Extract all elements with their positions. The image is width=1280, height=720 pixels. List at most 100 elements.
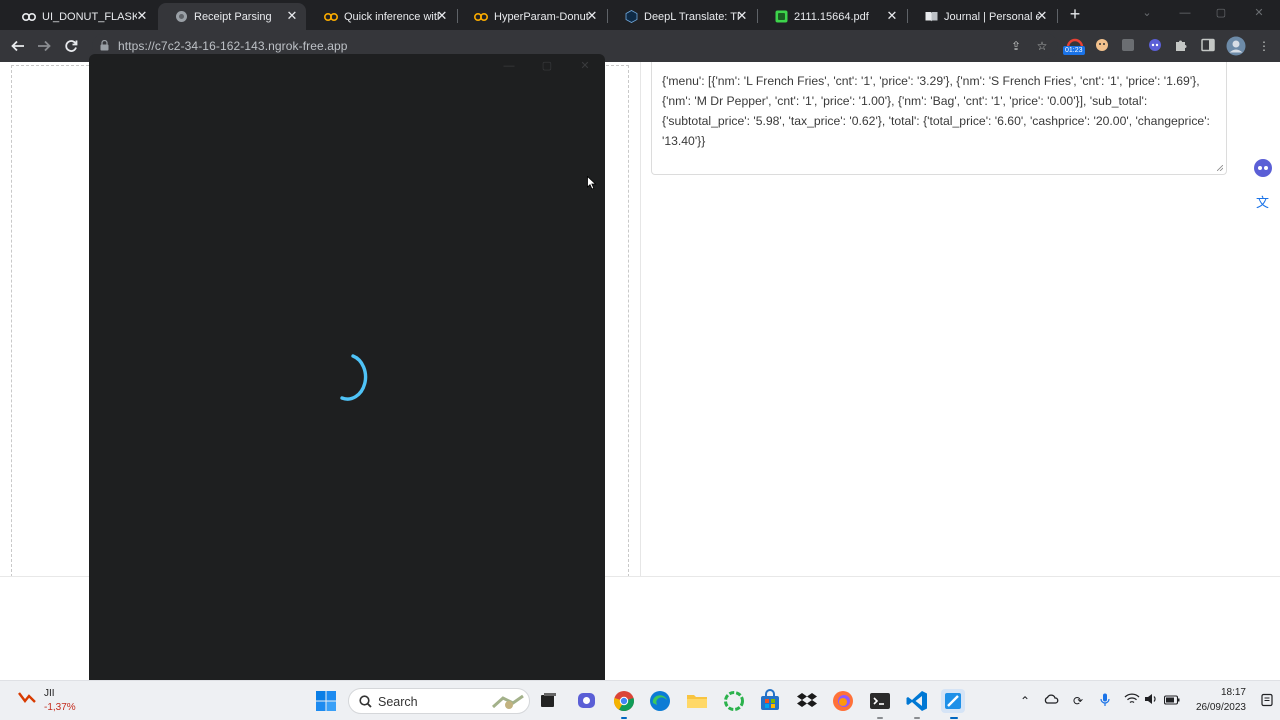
terminal-icon[interactable] [868, 689, 892, 713]
search-label: Search [378, 695, 418, 709]
task-view-icon[interactable] [536, 689, 560, 713]
search-icon [359, 695, 372, 708]
clock-time[interactable]: 18:17 [1218, 687, 1246, 698]
tab-close-icon[interactable]: ✕ [1034, 8, 1050, 24]
url-text: https://c7c2-34-16-162-143.ngrok-free.ap… [118, 39, 348, 53]
search-highlight-icon [491, 694, 524, 709]
start-icon[interactable] [314, 689, 338, 713]
tab-label: DeepL Translate: The v [644, 10, 739, 23]
extension-timer-icon[interactable]: 01:23 [1063, 35, 1086, 57]
tab-close-icon[interactable]: ✕ [884, 8, 900, 24]
colab-icon [22, 10, 36, 24]
file-explorer-icon[interactable] [685, 689, 709, 713]
maximize-icon[interactable]: ▢ [540, 60, 554, 72]
tab-search-icon[interactable]: ⌄ [1132, 4, 1162, 22]
stock-name: JII [44, 688, 55, 699]
tab-label: 2111.15664.pdf [794, 10, 869, 23]
bookmark-star-icon[interactable]: ☆ [1034, 38, 1050, 54]
tab-label: UI_DONUT_FLASK - C [42, 10, 137, 23]
dropbox-icon[interactable] [795, 689, 819, 713]
tab-close-icon[interactable]: ✕ [584, 8, 600, 24]
chrome-icon[interactable] [612, 689, 636, 713]
taskbar-search-box[interactable]: Search [348, 688, 530, 714]
column-divider [640, 62, 641, 576]
extension-bot-icon[interactable] [1147, 38, 1163, 54]
file-picker-window: — ▢ ✕ [89, 54, 605, 680]
tab-hyperparam-donut[interactable]: HyperParam-Donut.ip ✕ [458, 3, 606, 30]
tab-separator [757, 9, 758, 23]
back-icon[interactable] [8, 36, 28, 56]
parsed-result-text: {'menu': [{'nm': 'L French Fries', 'cnt'… [662, 74, 1210, 148]
tab-ui-donut-flask[interactable]: UI_DONUT_FLASK - C ✕ [6, 3, 156, 30]
paint-icon[interactable] [941, 689, 965, 713]
tab-label: Journal | Personal ent [944, 10, 1039, 23]
book-icon [924, 10, 938, 24]
minimize-icon[interactable]: — [502, 60, 516, 72]
tab-label: HyperParam-Donut.ip [494, 10, 589, 23]
stock-widget-icon[interactable] [18, 690, 36, 704]
extension-face-icon[interactable] [1094, 38, 1110, 54]
resize-handle-icon[interactable] [1217, 165, 1223, 171]
tab-separator [1057, 9, 1058, 23]
wifi-icon[interactable] [1124, 693, 1140, 709]
tab-receipt-parsing[interactable]: Receipt Parsing ✕ [158, 3, 306, 30]
windows-taskbar: JII -1,37% Search ⌃ ⟳ 18:17 26/09/2023 [0, 680, 1280, 720]
assistant-bot-icon[interactable] [1251, 156, 1275, 180]
browser-menu-icon[interactable]: ⋮ [1256, 38, 1272, 54]
tab-close-icon[interactable]: ✕ [284, 8, 300, 24]
teams-icon[interactable] [575, 689, 599, 713]
extensions-puzzle-icon[interactable] [1173, 38, 1189, 54]
tab-journal[interactable]: Journal | Personal ent ✕ [908, 3, 1056, 30]
colab-icon [474, 10, 488, 24]
deepl-icon [624, 10, 638, 24]
firefox-icon[interactable] [831, 689, 855, 713]
forward-icon[interactable] [34, 36, 54, 56]
tab-close-icon[interactable]: ✕ [734, 8, 750, 24]
show-hidden-icons-icon[interactable]: ⌃ [1017, 693, 1033, 709]
tab-close-icon[interactable]: ✕ [134, 8, 150, 24]
minimize-window-icon[interactable]: — [1170, 4, 1200, 22]
tab-separator [457, 9, 458, 23]
loading-spinner-icon [340, 354, 368, 401]
close-icon[interactable]: ✕ [578, 60, 592, 72]
tab-label: Receipt Parsing [194, 10, 272, 23]
store-icon[interactable] [758, 689, 782, 713]
globe-icon [174, 10, 188, 24]
stock-change: -1,37% [44, 702, 76, 713]
tab-quick-inference[interactable]: Quick inference with I ✕ [308, 3, 456, 30]
browser-tab-strip: UI_DONUT_FLASK - C ✕ Receipt Parsing ✕ Q… [0, 0, 1280, 30]
running-indicator [914, 717, 920, 719]
extension-badge: 01:23 [1063, 46, 1085, 55]
new-tab-button[interactable]: + [1066, 4, 1084, 24]
battery-icon[interactable] [1163, 693, 1180, 709]
close-window-icon[interactable]: ✕ [1244, 4, 1274, 22]
onedrive-icon[interactable] [1043, 693, 1059, 709]
volume-icon[interactable] [1143, 693, 1159, 709]
app-icon[interactable] [722, 689, 746, 713]
tab-close-icon[interactable]: ✕ [434, 8, 450, 24]
vscode-icon[interactable] [905, 689, 929, 713]
parsed-result-textarea[interactable]: {'menu': [{'nm': 'L French Fries', 'cnt'… [651, 62, 1227, 175]
tab-deepl-translate[interactable]: DeepL Translate: The v ✕ [608, 3, 756, 30]
pdf-icon [774, 10, 788, 24]
translate-icon[interactable]: 文 [1251, 190, 1275, 214]
mouse-cursor-icon [587, 176, 597, 190]
lock-icon [100, 40, 109, 51]
svg-text:文: 文 [1256, 196, 1269, 211]
maximize-window-icon[interactable]: ▢ [1206, 4, 1236, 22]
reload-icon[interactable] [61, 36, 81, 56]
share-icon[interactable]: ⇪ [1008, 38, 1024, 54]
side-panel-icon[interactable] [1200, 38, 1216, 54]
running-indicator [950, 717, 958, 719]
profile-avatar[interactable] [1226, 36, 1246, 56]
sync-icon[interactable]: ⟳ [1070, 693, 1086, 709]
tab-pdf[interactable]: 2111.15664.pdf ✕ [758, 3, 906, 30]
extension-grey-icon[interactable] [1120, 38, 1136, 54]
microphone-icon[interactable] [1097, 693, 1113, 709]
notification-icon[interactable] [1260, 693, 1274, 707]
tab-label: Quick inference with I [344, 10, 439, 23]
colab-icon [324, 10, 338, 24]
clock-date[interactable]: 26/09/2023 [1188, 702, 1246, 713]
running-indicator [621, 717, 627, 719]
edge-icon[interactable] [648, 689, 672, 713]
